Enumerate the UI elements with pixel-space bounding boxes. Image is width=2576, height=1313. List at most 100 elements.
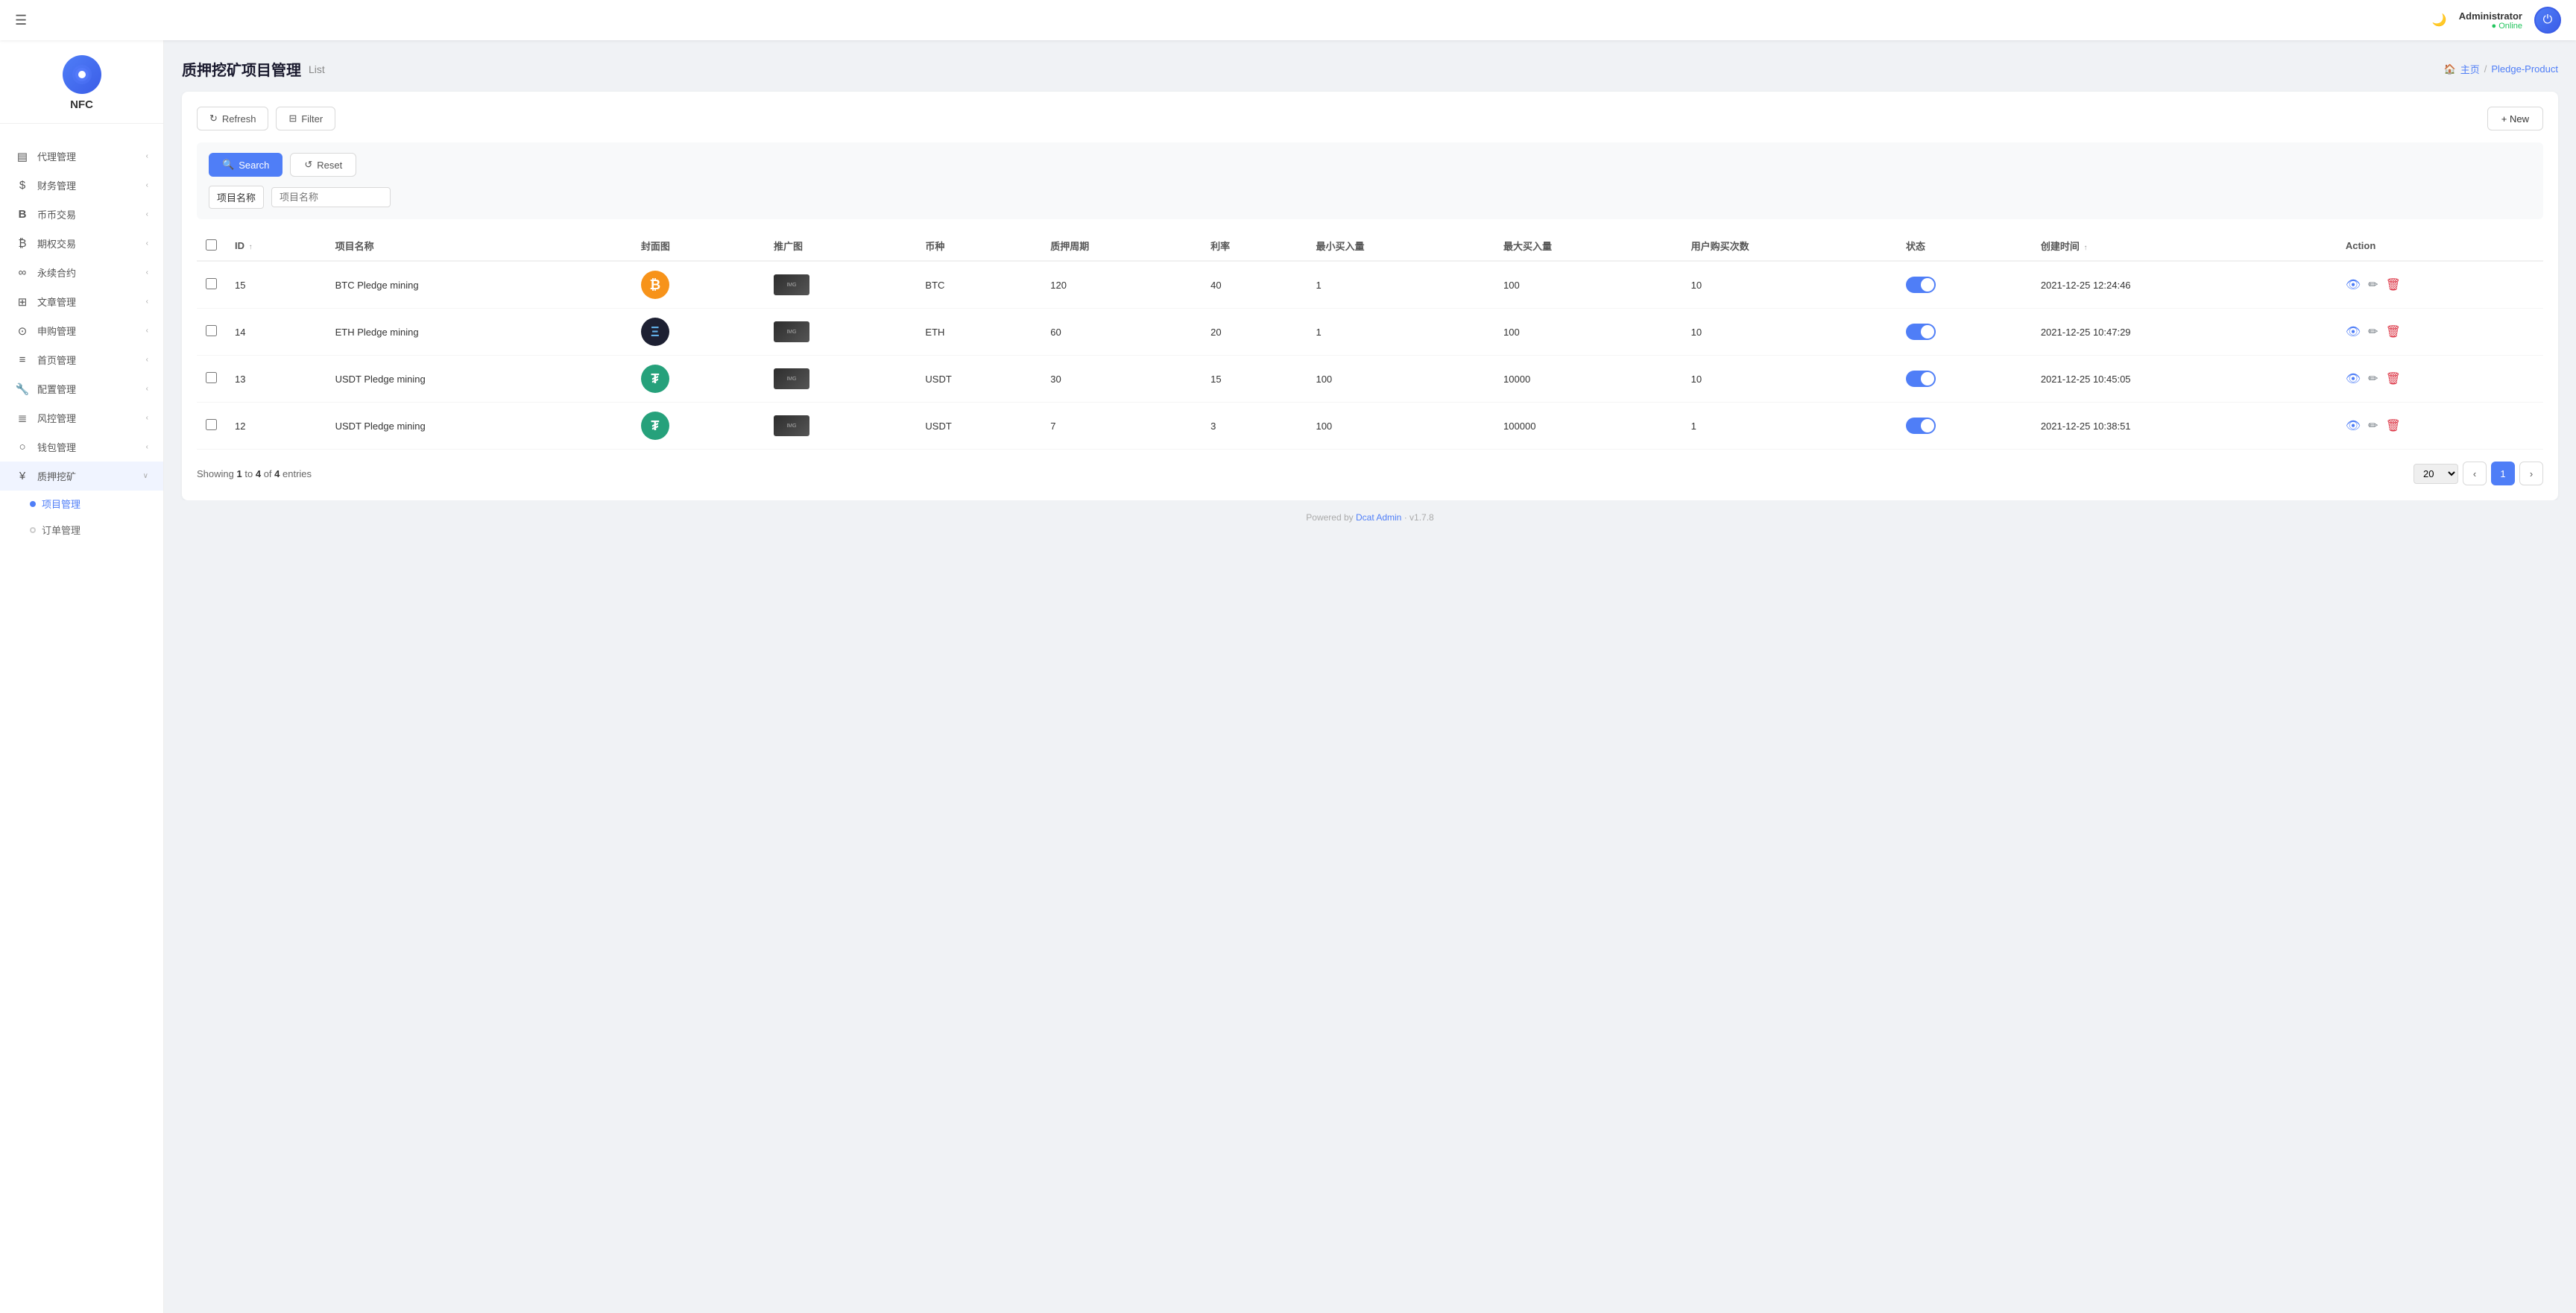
sidebar-item-wallet[interactable]: ○ 钱包管理 ‹	[0, 432, 163, 462]
sidebar-item-home[interactable]: ≡ 首页管理 ‹	[0, 345, 163, 374]
delete-icon[interactable]: 🗑	[2386, 277, 2401, 292]
cell-action: 👁 ✏ 🗑	[2337, 261, 2543, 309]
logo-text: NFC	[70, 98, 93, 111]
edit-icon[interactable]: ✏	[2368, 324, 2378, 339]
status-toggle[interactable]	[1906, 418, 1936, 434]
col-rate: 利率	[1202, 231, 1307, 261]
filter-field-input[interactable]	[271, 187, 391, 207]
cell-min-buy: 1	[1307, 261, 1494, 309]
edit-icon[interactable]: ✏	[2368, 371, 2378, 386]
filter-icon: ⊟	[288, 113, 297, 125]
cell-promo: IMG	[765, 356, 916, 403]
cell-period: 120	[1041, 261, 1202, 309]
cell-max-buy: 100	[1494, 261, 1682, 309]
new-button[interactable]: + New	[2487, 107, 2543, 130]
sidebar-item-pledge[interactable]: ¥ 质押挖矿 ∨	[0, 462, 163, 491]
row-checkbox[interactable]	[206, 278, 217, 289]
cell-status	[1897, 261, 2032, 309]
sidebar-item-proxy[interactable]: ▤ 代理管理 ‹	[0, 142, 163, 171]
col-name: 项目名称	[326, 231, 632, 261]
delete-icon[interactable]: 🗑	[2386, 418, 2401, 433]
select-all-checkbox[interactable]	[206, 239, 217, 251]
col-min-buy: 最小买入量	[1307, 231, 1494, 261]
row-checkbox-cell	[197, 356, 226, 403]
edit-icon[interactable]: ✏	[2368, 277, 2378, 292]
table-header-row: ID ↑ 项目名称 封面图 推广图 币种 质押周期 利率 最小买入量 最大买入量…	[197, 231, 2543, 261]
cell-min-buy: 1	[1307, 309, 1494, 356]
row-checkbox-cell	[197, 261, 226, 309]
reset-button[interactable]: ↺ Reset	[290, 153, 356, 177]
view-icon[interactable]: 👁	[2346, 277, 2361, 292]
col-action: Action	[2337, 231, 2543, 261]
col-user-buy: 用户购买次数	[1682, 231, 1897, 261]
sort-icon-created[interactable]: ↑	[2083, 244, 2087, 252]
delete-icon[interactable]: 🗑	[2386, 371, 2401, 386]
sidebar: NFC ▤ 代理管理 ‹ $ 财务管理 ‹ B 币币交易 ‹	[0, 40, 164, 1313]
cell-action: 👁 ✏ 🗑	[2337, 356, 2543, 403]
user-info: Administrator Online	[2459, 10, 2522, 31]
config-arrow: ‹	[146, 385, 148, 393]
cell-period: 30	[1041, 356, 1202, 403]
row-checkbox[interactable]	[206, 372, 217, 383]
topbar: ☰ 🌙 Administrator Online ⏻	[0, 0, 2576, 40]
page-1-button[interactable]: 1	[2491, 462, 2515, 485]
sidebar-item-risk[interactable]: ≣ 风控管理 ‹	[0, 403, 163, 432]
row-checkbox[interactable]	[206, 419, 217, 430]
cell-cover: ₿	[632, 261, 765, 309]
theme-toggle-icon[interactable]: 🌙	[2432, 13, 2447, 28]
view-icon[interactable]: 👁	[2346, 418, 2361, 433]
cell-max-buy: 100	[1494, 309, 1682, 356]
next-page-button[interactable]: ›	[2519, 462, 2543, 485]
sidebar-subitem-order[interactable]: 订单管理	[0, 517, 163, 543]
subscribe-icon: ⊙	[15, 324, 30, 338]
status-toggle[interactable]	[1906, 371, 1936, 387]
menu-toggle-icon[interactable]: ☰	[15, 13, 27, 28]
filter-button[interactable]: ⊟ Filter	[276, 107, 335, 130]
refresh-button[interactable]: ↻ Refresh	[197, 107, 268, 130]
risk-arrow: ‹	[146, 414, 148, 422]
cell-max-buy: 100000	[1494, 403, 1682, 450]
power-button[interactable]: ⏻	[2534, 7, 2561, 34]
filter-field-label: 项目名称	[209, 186, 264, 209]
view-icon[interactable]: 👁	[2346, 324, 2361, 339]
sidebar-subitem-project[interactable]: 项目管理	[0, 491, 163, 517]
cell-min-buy: 100	[1307, 403, 1494, 450]
prev-page-button[interactable]: ‹	[2463, 462, 2487, 485]
sidebar-item-options[interactable]: ₿ 期权交易 ‹	[0, 229, 163, 258]
toolbar-left: ↻ Refresh ⊟ Filter	[197, 107, 335, 130]
subscribe-label: 申购管理	[37, 324, 76, 338]
footer-brand-link[interactable]: Dcat Admin	[1356, 512, 1401, 523]
row-checkbox[interactable]	[206, 325, 217, 336]
sidebar-item-finance[interactable]: $ 财务管理 ‹	[0, 171, 163, 200]
cell-id: 12	[226, 403, 326, 450]
sidebar-item-trade[interactable]: B 币币交易 ‹	[0, 200, 163, 229]
options-label: 期权交易	[37, 236, 76, 251]
config-label: 配置管理	[37, 382, 76, 396]
cell-max-buy: 10000	[1494, 356, 1682, 403]
search-button[interactable]: 🔍 Search	[209, 153, 282, 177]
article-arrow: ‹	[146, 297, 148, 306]
article-icon: ⊞	[15, 295, 30, 309]
page-title: 质押挖矿项目管理	[182, 58, 301, 80]
view-icon[interactable]: 👁	[2346, 371, 2361, 386]
cell-status	[1897, 403, 2032, 450]
status-toggle[interactable]	[1906, 277, 1936, 293]
sidebar-item-article[interactable]: ⊞ 文章管理 ‹	[0, 287, 163, 316]
wallet-icon: ○	[15, 441, 30, 453]
cell-promo: IMG	[765, 309, 916, 356]
status-toggle[interactable]	[1906, 324, 1936, 340]
cell-promo: IMG	[765, 261, 916, 309]
page-size-select[interactable]: 20 50 100	[2414, 464, 2458, 484]
sidebar-item-perpetual[interactable]: ∞ 永续合约 ‹	[0, 258, 163, 287]
cell-created: 2021-12-25 12:24:46	[2032, 261, 2337, 309]
pledge-icon: ¥	[15, 470, 30, 482]
delete-icon[interactable]: 🗑	[2386, 324, 2401, 339]
edit-icon[interactable]: ✏	[2368, 418, 2378, 433]
row-checkbox-cell	[197, 403, 226, 450]
sidebar-item-config[interactable]: 🔧 配置管理 ‹	[0, 374, 163, 403]
user-status: Online	[2492, 22, 2523, 31]
cell-period: 60	[1041, 309, 1202, 356]
sort-icon-id[interactable]: ↑	[249, 243, 253, 251]
sidebar-item-subscribe[interactable]: ⊙ 申购管理 ‹	[0, 316, 163, 345]
breadcrumb-home-link[interactable]: 主页	[2460, 62, 2480, 76]
